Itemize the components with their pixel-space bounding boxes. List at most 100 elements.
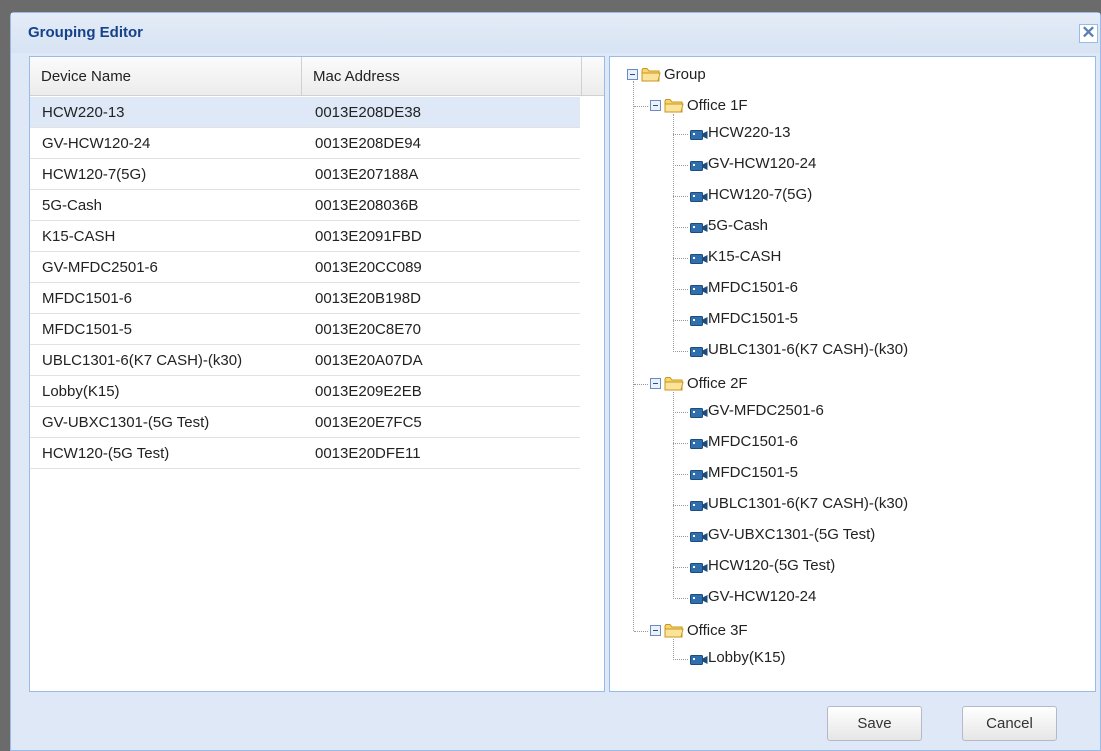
tree-node-label: Group — [664, 66, 706, 83]
device-name-cell: 5G-Cash — [42, 197, 103, 214]
tree-node-label: 5G-Cash — [708, 217, 769, 234]
device-name-cell: HCW120-(5G Test) — [42, 445, 170, 462]
mac-address-cell: 0013E208036B — [315, 197, 419, 214]
tree-connector — [634, 631, 648, 632]
camera-icon — [690, 437, 708, 449]
tree-node-label: UBLC1301-6(K7 CASH)-(k30) — [708, 341, 909, 358]
tree-node-label: MFDC1501-6 — [708, 433, 799, 450]
tree-node-label: Office 2F — [687, 375, 748, 392]
table-row[interactable]: 5G-Cash 0013E208036B — [30, 190, 580, 221]
grid-header: Device Name Mac Address — [30, 57, 604, 96]
tree-connector — [673, 474, 688, 475]
camera-icon — [690, 592, 708, 604]
device-name-cell: MFDC1501-5 — [42, 321, 133, 338]
tree-connector — [673, 165, 688, 166]
tree-connector — [634, 106, 648, 107]
tree-connector — [673, 320, 688, 321]
table-row[interactable]: GV-MFDC2501-6 0013E20CC089 — [30, 252, 580, 283]
tree-node-label: GV-UBXC1301-(5G Test) — [708, 526, 876, 543]
tree-connector — [673, 567, 688, 568]
tree-node-label: Office 3F — [687, 622, 748, 639]
camera-icon — [690, 159, 708, 171]
mac-address-cell: 0013E207188A — [315, 166, 419, 183]
camera-icon — [690, 561, 708, 573]
camera-icon — [690, 283, 708, 295]
dialog-titlebar[interactable]: Grouping Editor ✕ — [11, 13, 1100, 53]
tree-node-label: UBLC1301-6(K7 CASH)-(k30) — [708, 495, 909, 512]
table-row[interactable]: GV-HCW120-24 0013E208DE94 — [30, 128, 580, 159]
camera-icon — [690, 530, 708, 542]
mac-address-cell: 0013E208DE94 — [315, 135, 421, 152]
device-name-cell: UBLC1301-6(K7 CASH)-(k30) — [42, 352, 243, 369]
table-row[interactable]: HCW120-7(5G) 0013E207188A — [30, 159, 580, 190]
table-row[interactable]: Lobby(K15) 0013E209E2EB — [30, 376, 580, 407]
mac-address-cell: 0013E20DFE11 — [315, 445, 421, 462]
tree-node-label: HCW120-7(5G) — [708, 186, 813, 203]
tree-connector — [634, 384, 648, 385]
mac-address-cell: 0013E208DE38 — [315, 104, 421, 121]
column-header-mac-address[interactable]: Mac Address — [302, 57, 582, 95]
collapse-toggle-icon[interactable] — [650, 625, 661, 636]
device-grid: Device Name Mac Address HCW220-13 0013E20… — [29, 56, 605, 692]
tree-node-label: GV-HCW120-24 — [708, 155, 817, 172]
tree-connector — [673, 351, 688, 352]
table-row[interactable]: MFDC1501-5 0013E20C8E70 — [30, 314, 580, 345]
folder-icon — [641, 67, 661, 82]
camera-icon — [690, 499, 708, 511]
table-row[interactable]: HCW120-(5G Test) 0013E20DFE11 — [30, 438, 580, 469]
folder-icon — [664, 623, 684, 638]
folder-icon — [664, 376, 684, 391]
collapse-toggle-icon[interactable] — [627, 69, 638, 80]
tree-node-label: GV-HCW120-24 — [708, 588, 817, 605]
camera-icon — [690, 345, 708, 357]
tree-node-label: K15-CASH — [708, 248, 782, 265]
tree-connector — [673, 536, 688, 537]
tree-node-label: HCW120-(5G Test) — [708, 557, 836, 574]
mac-address-cell: 0013E20B198D — [315, 290, 421, 307]
table-row[interactable]: GV-UBXC1301-(5G Test) 0013E20E7FC5 — [30, 407, 580, 438]
mac-address-cell: 0013E2091FBD — [315, 228, 422, 245]
camera-icon — [690, 406, 708, 418]
tree-node-label: HCW220-13 — [708, 124, 791, 141]
background-frame — [0, 0, 10, 751]
tree-node-label: MFDC1501-5 — [708, 310, 799, 327]
tree-connector — [673, 659, 688, 660]
mac-address-cell: 0013E20E7FC5 — [315, 414, 422, 431]
cancel-button[interactable]: Cancel — [962, 706, 1057, 741]
tree-connector — [673, 639, 674, 660]
table-row[interactable]: K15-CASH 0013E2091FBD — [30, 221, 580, 252]
tree-connector — [673, 134, 688, 135]
folder-icon — [664, 98, 684, 113]
camera-icon — [690, 221, 708, 233]
device-name-cell: GV-MFDC2501-6 — [42, 259, 158, 276]
tree-node-label: MFDC1501-6 — [708, 279, 799, 296]
camera-icon — [690, 468, 708, 480]
camera-icon — [690, 128, 708, 140]
table-row[interactable]: MFDC1501-6 0013E20B198D — [30, 283, 580, 314]
collapse-toggle-icon[interactable] — [650, 100, 661, 111]
group-tree: Group Office 1F HCW220-13 GV-HCW120-24 HCW12… — [609, 56, 1096, 692]
column-header-device-name[interactable]: Device Name — [30, 57, 302, 95]
device-name-cell: GV-UBXC1301-(5G Test) — [42, 414, 210, 431]
tree-node-label: MFDC1501-5 — [708, 464, 799, 481]
table-row[interactable]: UBLC1301-6(K7 CASH)-(k30) 0013E20A07DA — [30, 345, 580, 376]
device-name-cell: HCW220-13 — [42, 104, 125, 121]
table-row[interactable]: HCW220-13 0013E208DE38 — [30, 97, 580, 128]
save-button[interactable]: Save — [827, 706, 922, 741]
collapse-toggle-icon[interactable] — [650, 378, 661, 389]
mac-address-cell: 0013E209E2EB — [315, 383, 422, 400]
tree-node-label: Lobby(K15) — [708, 649, 786, 666]
camera-icon — [690, 252, 708, 264]
device-name-cell: MFDC1501-6 — [42, 290, 133, 307]
tree-connector — [673, 505, 688, 506]
tree-node-label: Office 1F — [687, 97, 748, 114]
mac-address-cell: 0013E20C8E70 — [315, 321, 421, 338]
mac-address-cell: 0013E20A07DA — [315, 352, 423, 369]
camera-icon — [690, 190, 708, 202]
tree-node-label: GV-MFDC2501-6 — [708, 402, 824, 419]
device-name-cell: Lobby(K15) — [42, 383, 120, 400]
close-button[interactable]: ✕ — [1079, 24, 1098, 43]
grouping-editor-dialog: Grouping Editor ✕ Device Name Mac Addres… — [10, 12, 1101, 751]
tree-connector — [673, 598, 688, 599]
tree-connector — [673, 412, 688, 413]
